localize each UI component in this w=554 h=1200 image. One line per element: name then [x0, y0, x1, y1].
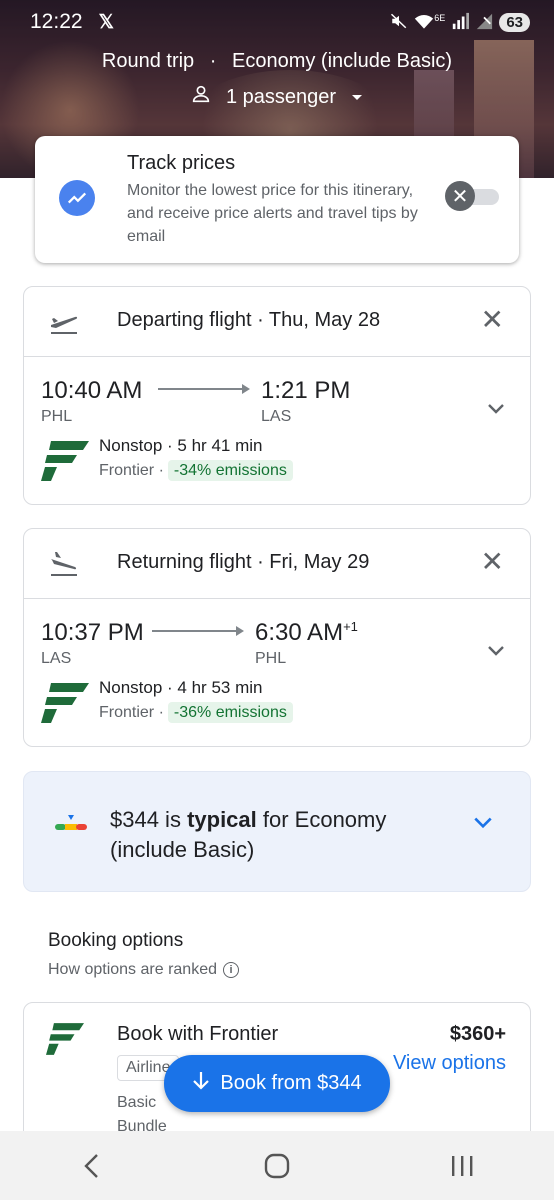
- close-icon[interactable]: ✕: [481, 305, 504, 335]
- booking-price: $360+: [449, 1023, 506, 1045]
- departing-flight-title: Departing flight · Thu, May 28: [117, 309, 381, 331]
- flight-stops-duration: Nonstop · 4 hr 53 min: [99, 678, 263, 697]
- close-icon: ✕: [445, 181, 475, 211]
- airline-emissions: Frontier · -36% emissions: [99, 702, 293, 723]
- booking-options-title: Booking options: [48, 930, 184, 951]
- booking-provider-name: Book with Frontier: [117, 1023, 279, 1045]
- book-from-button[interactable]: Book from $344: [164, 1055, 390, 1112]
- person-icon: [190, 83, 212, 111]
- returning-flight-card[interactable]: Returning flight · Fri, May 29 ✕ 10:37 P…: [23, 528, 531, 747]
- status-time: 12:22: [30, 10, 83, 33]
- depart-airport: LAS: [41, 650, 72, 667]
- departing-flight-card[interactable]: Departing flight · Thu, May 28 ✕ 10:40 A…: [23, 286, 531, 505]
- arrow-down-icon: [192, 1071, 210, 1097]
- returning-flight-title: Returning flight · Fri, May 29: [117, 551, 370, 573]
- info-icon: i: [222, 962, 239, 978]
- track-prices-toggle[interactable]: ✕: [445, 181, 501, 211]
- arrive-airport: PHL: [255, 650, 287, 667]
- price-insight-text: $344 is typical for Economy (include Bas…: [110, 807, 387, 862]
- trip-summary: Round trip · Economy (include Basic) 1 p…: [0, 50, 554, 111]
- back-icon[interactable]: [62, 1146, 122, 1186]
- depart-time: 10:37 PM: [41, 619, 144, 646]
- price-trend-icon: [59, 180, 95, 216]
- frontier-logo: [41, 441, 89, 481]
- airline-emissions: Frontier · -34% emissions: [99, 460, 293, 481]
- x-app-icon: 𝕏: [98, 11, 114, 33]
- depart-time: 10:40 AM: [41, 377, 143, 404]
- takeoff-icon: [48, 307, 80, 337]
- route-arrow-icon: [158, 384, 250, 394]
- battery-indicator: 63: [499, 12, 530, 32]
- dropdown-arrow-icon: [350, 86, 364, 109]
- emissions-badge: -34% emissions: [167, 460, 293, 481]
- signal-2-icon: [475, 12, 493, 33]
- view-options-link[interactable]: View options: [393, 1052, 506, 1075]
- arrive-time: 1:21 PM: [261, 377, 351, 404]
- flight-stops-duration: Nonstop · 5 hr 41 min: [99, 436, 263, 455]
- close-icon[interactable]: ✕: [481, 547, 504, 577]
- book-from-label: Book from $344: [220, 1072, 362, 1094]
- ranking-info-link[interactable]: How options are ranked i: [48, 961, 239, 979]
- price-insight-card[interactable]: $344 is typical for Economy (include Bas…: [23, 771, 531, 892]
- passenger-count: 1 passenger: [225, 85, 337, 108]
- home-icon[interactable]: [247, 1146, 307, 1186]
- track-prices-description: Monitor the lowest price for this itiner…: [127, 182, 418, 245]
- track-prices-title: Track prices: [127, 152, 236, 174]
- mute-icon: [390, 12, 408, 33]
- signal-icon: [451, 12, 470, 33]
- chevron-down-icon[interactable]: [486, 399, 506, 419]
- frontier-logo: [46, 1023, 84, 1055]
- depart-airport: PHL: [41, 408, 73, 425]
- recents-icon[interactable]: [432, 1146, 492, 1186]
- frontier-logo: [41, 683, 89, 723]
- passenger-selector[interactable]: 1 passenger: [0, 83, 554, 111]
- chevron-down-icon[interactable]: [486, 641, 506, 661]
- status-bar: 12:22 𝕏 6E 63: [0, 0, 554, 44]
- track-prices-card: Track prices Monitor the lowest price fo…: [35, 136, 519, 263]
- price-range-icon: [55, 815, 87, 835]
- arrive-time: 6:30 AM+1: [255, 619, 358, 646]
- system-nav-bar: [0, 1131, 554, 1200]
- emissions-badge: -36% emissions: [167, 702, 293, 723]
- trip-type[interactable]: Round trip: [102, 50, 194, 72]
- cabin-class[interactable]: Economy (include Basic): [232, 50, 452, 72]
- landing-icon: [48, 549, 80, 579]
- route-arrow-icon: [152, 626, 244, 636]
- arrive-airport: LAS: [261, 408, 292, 425]
- chevron-down-icon[interactable]: [472, 812, 494, 834]
- wifi-icon: 6E: [414, 13, 445, 31]
